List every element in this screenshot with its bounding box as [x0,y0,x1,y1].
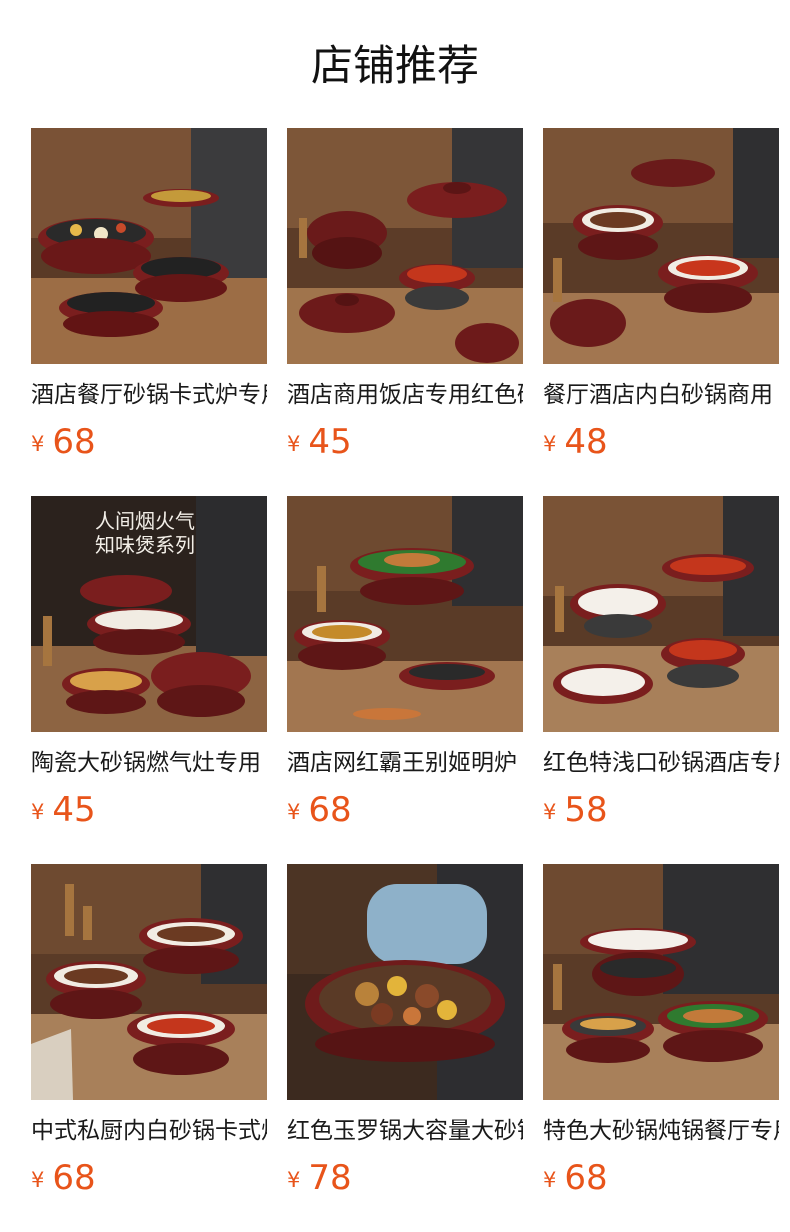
product-price: ¥48 [543,422,779,462]
price-value: 48 [564,422,608,462]
product-card[interactable]: 酒店网红霸王别姬明炉 ¥68 [287,496,523,864]
page-title: 店铺推荐 [310,41,479,90]
product-image[interactable] [287,496,523,732]
currency-symbol: ¥ [543,800,557,824]
product-photo [31,864,267,1100]
product-photo [543,496,779,732]
price-value: 45 [52,790,96,830]
product-grid: 酒店餐厅砂锅卡式炉专用 ¥68 酒店商用饭店专用红色 ¥ 45 餐厅酒店内白砂锅… [31,128,779,1232]
price-value: 68 [564,1158,608,1198]
product-photo [31,128,267,364]
product-name: 酒店商用饭店专用红色砂锅 [287,382,523,408]
product-name: 酒店餐厅砂锅卡式炉专用 [31,382,267,408]
price-value: 68 [52,1158,96,1198]
product-image[interactable] [287,864,523,1100]
product-name: 红色玉罗锅大容量大砂锅 [287,1118,523,1144]
product-name: 餐厅酒店内白砂锅商用 [543,382,773,408]
product-card[interactable]: 餐厅酒店内白砂锅商用 ¥48 [543,128,779,496]
currency-symbol: ¥ [543,1168,557,1192]
product-image[interactable] [31,864,267,1100]
product-image[interactable]: 人间烟火气 知味煲系列 [31,496,267,732]
overlay-text-line1: 人间烟火气 [95,509,195,533]
price-value: 45 [308,422,352,462]
product-image[interactable] [543,496,779,732]
product-name: 陶瓷大砂锅燃气灶专用 [31,750,261,776]
product-card[interactable]: 红色玉罗锅大容量大砂锅 ¥78 [287,864,523,1232]
price-value: 68 [52,422,96,462]
product-price: ¥68 [31,422,267,462]
currency-symbol: ¥ [287,432,301,456]
product-name: 红色特浅口砂锅酒店专用 [543,750,779,776]
product-image[interactable] [31,128,267,364]
currency-symbol: ¥ [287,1168,301,1192]
price-value: 58 [564,790,608,830]
currency-symbol: ¥ [31,1168,45,1192]
product-photo: 人间烟火气 知味煲系列 [31,496,267,732]
overlay-text-line2: 知味煲系列 [95,533,195,557]
currency-symbol: ¥ [287,800,301,824]
product-image[interactable] [287,128,523,364]
price-value: 78 [308,1158,352,1198]
currency-symbol: ¥ [31,800,45,824]
product-price: ¥68 [543,1158,779,1198]
product-card[interactable]: 酒店商用饭店专用红色砂锅 ¥45 [287,128,523,496]
product-photo [543,128,779,364]
product-card[interactable]: 中式私厨内白砂锅卡式炉 ¥68 [31,864,267,1232]
currency-symbol: ¥ [543,432,557,456]
product-card[interactable]: 酒店餐厅砂锅卡式炉专用 ¥68 [31,128,267,496]
currency-symbol: ¥ [31,432,45,456]
product-card[interactable]: 红色特浅口砂锅酒店专用 ¥58 [543,496,779,864]
product-image[interactable] [543,864,779,1100]
product-price: ¥45 [287,422,523,462]
product-price: ¥68 [31,1158,267,1198]
product-price: ¥45 [31,790,267,830]
product-photo [287,128,523,364]
store-recommendations-page: 店铺推荐 酒店餐厅砂锅卡式炉专用 ¥ 68 酒店商用饭店专用红色 ¥ 45 餐厅… [0,0,790,1232]
product-photo [287,864,523,1100]
product-price: ¥58 [543,790,779,830]
product-name: 特色大砂锅炖锅餐厅专用 [543,1118,779,1144]
price-value: 68 [308,790,352,830]
product-price: ¥68 [287,790,523,830]
product-image[interactable] [543,128,779,364]
product-name: 酒店网红霸王别姬明炉 [287,750,517,776]
product-photo [287,496,523,732]
product-price: ¥78 [287,1158,523,1198]
product-name: 中式私厨内白砂锅卡式炉 [31,1118,267,1144]
product-card[interactable]: 人间烟火气 知味煲系列 陶瓷大砂锅燃气灶专用 ¥45 [31,496,267,864]
product-card[interactable]: 特色大砂锅炖锅餐厅专用 ¥68 [543,864,779,1232]
product-photo [543,864,779,1100]
